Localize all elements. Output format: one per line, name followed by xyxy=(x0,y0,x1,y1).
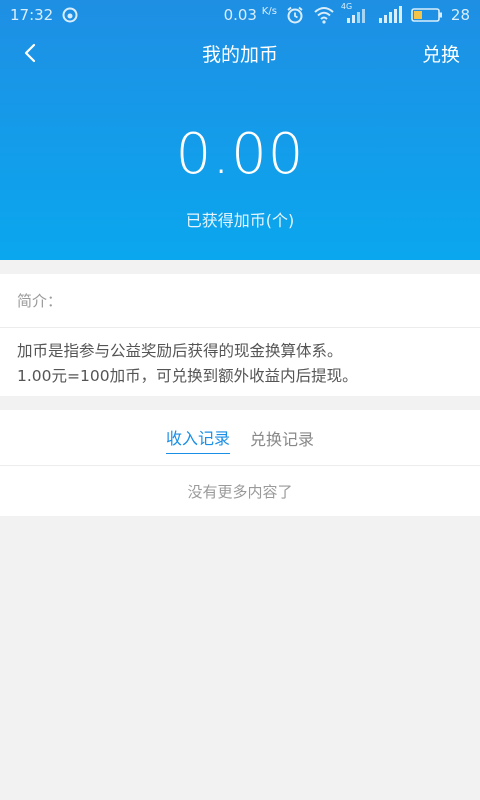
tab-exchange-records[interactable]: 兑换记录 xyxy=(250,422,314,454)
intro-card: 简介： 加币是指参与公益奖励后获得的现金换算体系。 1.00元=100加币，可兑… xyxy=(0,274,480,396)
network-speed: 0.03 K/s xyxy=(223,6,277,24)
back-button[interactable] xyxy=(14,36,48,70)
coin-balance: 0.00 xyxy=(175,122,305,187)
exchange-button[interactable]: 兑换 xyxy=(422,40,460,67)
wifi-icon xyxy=(313,6,335,24)
intro-line-2: 1.00元=100加币，可兑换到额外收益内后提现。 xyxy=(17,367,358,385)
weibo-icon xyxy=(61,6,79,24)
intro-body: 加币是指参与公益奖励后获得的现金换算体系。 1.00元=100加币，可兑换到额外… xyxy=(0,328,480,389)
empty-list-text: 没有更多内容了 xyxy=(187,482,293,501)
signal-4g-icon: 4G xyxy=(341,2,369,24)
page-title: 我的加币 xyxy=(201,43,278,66)
nav-bar: 我的加币 兑换 xyxy=(0,30,480,76)
battery-icon xyxy=(411,7,443,23)
records-card: 收入记录 兑换记录 没有更多内容了 xyxy=(0,410,480,516)
header-banner: 17:32 0.03 K/s 4G 28 我的加币 兑换 0.00 已获得加币(… xyxy=(0,0,480,260)
chevron-left-icon xyxy=(24,43,36,63)
signal-icon xyxy=(377,6,403,24)
coin-balance-label: 已获得加币(个) xyxy=(185,211,295,230)
status-bar: 17:32 0.03 K/s 4G 28 xyxy=(0,0,480,30)
tab-income-records[interactable]: 收入记录 xyxy=(165,421,230,454)
status-time: 17:32 xyxy=(10,6,54,24)
records-tabs: 收入记录 兑换记录 xyxy=(0,410,480,466)
alarm-icon xyxy=(285,5,305,25)
battery-level: 28 xyxy=(450,6,470,24)
intro-title: 简介： xyxy=(0,274,480,328)
intro-line-1: 加币是指参与公益奖励后获得的现金换算体系。 xyxy=(17,342,343,360)
speed-unit: K/s xyxy=(261,6,277,17)
